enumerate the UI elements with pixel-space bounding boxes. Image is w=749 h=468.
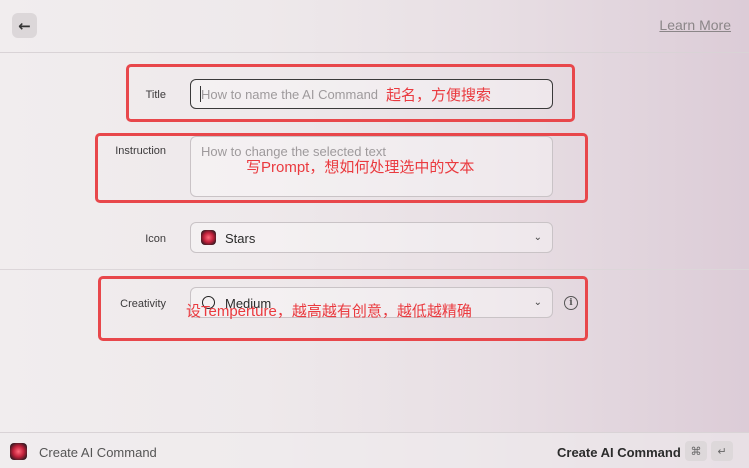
stars-icon	[201, 230, 216, 245]
ai-command-window: ← Learn More Title How to name the AI Co…	[0, 0, 749, 468]
icon-select-value: Stars	[225, 231, 256, 246]
title-annotation: 起名，方便搜索	[386, 87, 492, 104]
instruction-annotation: 写Prompt，想如何处理选中的文本	[246, 159, 475, 176]
chevron-down-icon: ⌄	[533, 232, 542, 243]
arrow-left-icon: ←	[18, 16, 31, 35]
icon-label: Icon	[145, 233, 166, 245]
section-divider	[0, 269, 749, 270]
command-key-icon: ⌘	[685, 441, 707, 461]
back-button[interactable]: ←	[12, 13, 37, 38]
return-key-icon: ↵	[711, 441, 733, 461]
app-logo-icon	[10, 443, 27, 460]
creativity-annotation: 设Temperture，越高越有创意，越低越精确	[186, 303, 472, 320]
title-annotation-box	[126, 64, 575, 122]
learn-more-link[interactable]: Learn More	[659, 17, 731, 33]
footer-bar: Create AI Command Create AI Command ⌘ ↵	[0, 432, 749, 468]
footer-title: Create AI Command	[39, 445, 157, 460]
icon-select[interactable]: Stars ⌄	[190, 222, 553, 253]
top-bar: ← Learn More	[0, 0, 749, 53]
create-ai-command-button[interactable]: Create AI Command	[557, 445, 681, 460]
